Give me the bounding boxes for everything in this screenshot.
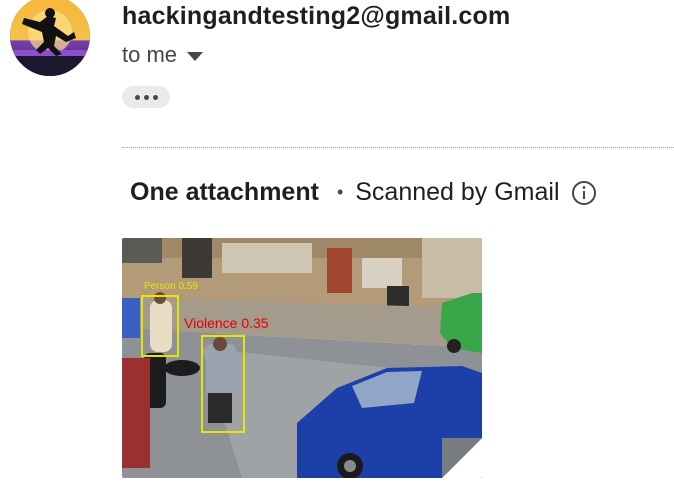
show-trimmed-content-button[interactable] xyxy=(122,86,170,108)
more-dot xyxy=(134,94,140,100)
sender-avatar[interactable] xyxy=(10,0,90,76)
separator-dot: • xyxy=(336,182,344,202)
chevron-down-icon[interactable] xyxy=(187,51,204,61)
recipient-label: to me xyxy=(122,42,178,67)
attachment-thumbnail[interactable]: Person 0.59 Violence 0.35 xyxy=(122,238,482,478)
page-fold-icon xyxy=(442,438,482,478)
detection-label-person: Person 0.59 xyxy=(144,281,198,292)
attachment-image: Person 0.59 Violence 0.35 xyxy=(122,238,482,478)
detection-label-violence: Violence 0.35 xyxy=(184,315,269,331)
attachment-count-title: One attachment xyxy=(130,178,319,206)
scan-status: Scanned by Gmail xyxy=(355,178,560,206)
attachment-header: One attachment • Scanned by Gmail xyxy=(130,178,598,207)
more-dot xyxy=(143,94,149,100)
recipient-line: to me xyxy=(122,42,204,68)
sender-email: hackingandtesting2@gmail.com xyxy=(122,2,511,30)
more-dot xyxy=(152,94,158,100)
divider xyxy=(122,147,674,148)
info-icon[interactable] xyxy=(570,179,598,207)
